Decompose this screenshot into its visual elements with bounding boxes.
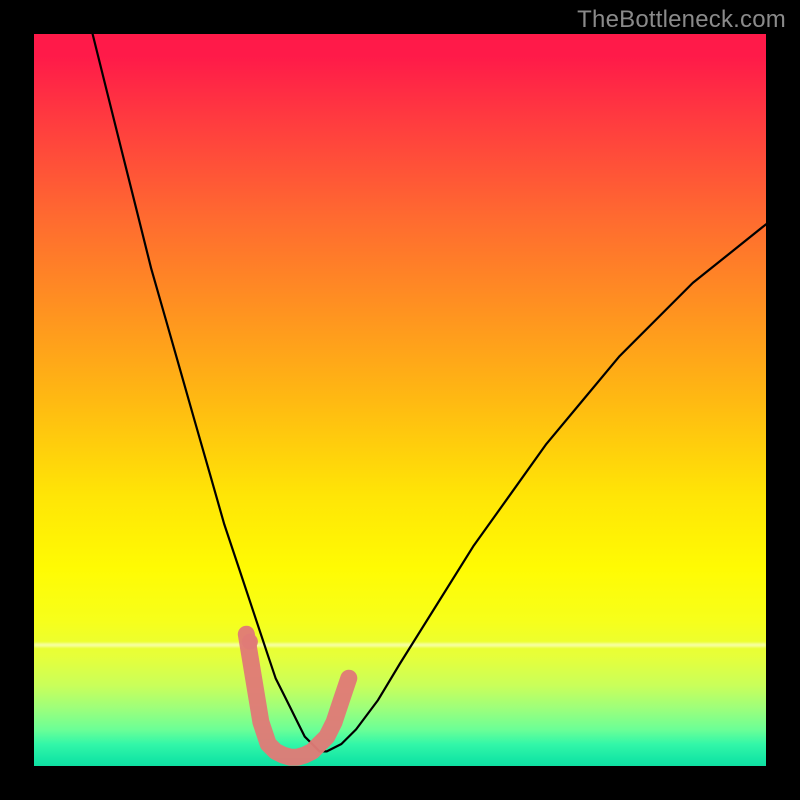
highlight-segment: [246, 634, 348, 757]
chart-frame: TheBottleneck.com: [0, 0, 800, 800]
bottleneck-curve: [93, 34, 766, 751]
highlight-dot: [242, 634, 258, 650]
watermark-text: TheBottleneck.com: [577, 6, 786, 34]
curve-layer: [34, 34, 766, 766]
plot-area: [34, 34, 766, 766]
